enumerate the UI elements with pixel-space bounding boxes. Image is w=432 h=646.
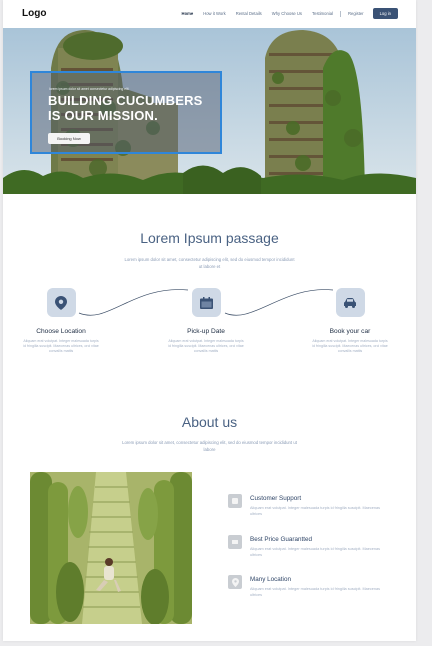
about-section-title: About us (181, 414, 238, 430)
location-pin-icon (46, 288, 76, 317)
calendar-icon (191, 288, 221, 317)
headset-icon (228, 494, 242, 508)
step-title: Choose Location (36, 328, 86, 335)
map-pin-icon (228, 575, 242, 589)
feature-title: Customer Support (250, 495, 302, 502)
step-title: Pick-up Date (187, 328, 225, 335)
feature-description: Aliquam erat volutpat. Integer malesuada… (250, 587, 381, 597)
step-description: Aliquam erat volutpat. Integer malesuada… (312, 339, 388, 354)
step-description: Aliquam erat volutpat. Integer malesuada… (23, 339, 99, 354)
step-pickup-date: Pick-up Date Aliquam erat volutpat. Inte… (161, 288, 251, 355)
about-image (30, 472, 192, 624)
step-book-car: Book your car Aliquam erat volutpat. Int… (305, 288, 395, 355)
feature-description: Aliquam erat volutpat. Integer malesuada… (250, 506, 381, 516)
step-description: Aliquam erat volutpat. Integer malesuada… (168, 339, 244, 354)
feature-description: Aliquam erat volutpat. Integer malesuada… (250, 547, 381, 557)
about-section-subtitle: Lorem ipsum dolor sit amet, consectetur … (122, 440, 297, 452)
step-choose-location: Choose Location Aliquam erat volutpat. I… (16, 288, 106, 355)
feature-title: Best Price Guarantted (250, 536, 312, 543)
step-title: Book your car (329, 328, 371, 335)
car-icon (335, 288, 365, 317)
landing-page: Logo Home How it Work Rental Details Why… (3, 0, 416, 641)
feature-title: Many Location (250, 576, 291, 583)
price-tag-icon (228, 535, 242, 549)
